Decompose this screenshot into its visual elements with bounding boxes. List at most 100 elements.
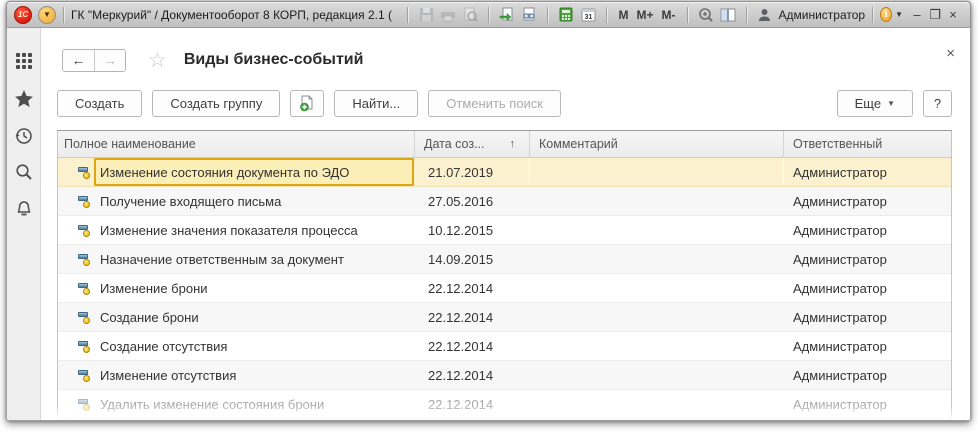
app-body: ← → ☆ Виды бизнес-событий × Создать Созд… [6, 28, 971, 421]
create-group-button[interactable]: Создать группу [152, 90, 280, 117]
row-owner: Администратор [793, 194, 887, 209]
tool-panel [7, 28, 41, 420]
main-menu-button[interactable]: ▼ [38, 6, 56, 24]
more-button[interactable]: Еще▼ [837, 90, 913, 117]
date-cell[interactable]: 22.12.2014 [414, 361, 529, 389]
owner-cell[interactable]: Администратор [783, 332, 951, 360]
table-row[interactable]: Изменение отсутствия 22.12.2014 Админист… [58, 361, 951, 390]
comment-cell[interactable] [529, 390, 783, 418]
owner-cell[interactable]: Администратор [783, 187, 951, 215]
close-form-icon[interactable]: × [946, 46, 955, 61]
create-button[interactable]: Создать [57, 90, 142, 117]
favorites-icon[interactable] [14, 88, 34, 108]
chevron-down-icon[interactable]: ▼ [895, 10, 903, 19]
comment-cell[interactable] [529, 158, 783, 186]
open-link-icon[interactable] [497, 6, 517, 24]
owner-cell[interactable]: Администратор [783, 390, 951, 418]
date-cell[interactable]: 21.07.2019 [414, 158, 529, 186]
owner-cell[interactable]: Администратор [783, 158, 951, 186]
comment-cell[interactable] [529, 332, 783, 360]
table-row[interactable]: Получение входящего письма 27.05.2016 Ад… [58, 187, 951, 216]
minimize-button[interactable]: – [908, 8, 926, 21]
notifications-bell-icon[interactable] [14, 199, 34, 219]
calendar-icon[interactable]: 31 [578, 6, 598, 24]
table-row[interactable]: Создание брони 22.12.2014 Администратор [58, 303, 951, 332]
comment-cell[interactable] [529, 245, 783, 273]
comment-cell[interactable] [529, 187, 783, 215]
catalog-item-icon [78, 369, 92, 382]
owner-cell[interactable]: Администратор [783, 245, 951, 273]
zoom-icon[interactable] [696, 6, 716, 24]
owner-cell[interactable]: Администратор [783, 216, 951, 244]
catalog-item-icon [78, 311, 92, 324]
name-cell[interactable]: Создание отсутствия [58, 332, 414, 360]
table-row[interactable]: Удалить изменение состояния брони 22.12.… [58, 390, 951, 419]
maximize-button[interactable]: ❐ [926, 8, 944, 21]
row-date: 27.05.2016 [428, 194, 493, 209]
date-cell[interactable]: 27.05.2016 [414, 187, 529, 215]
memory-add-button[interactable]: M+ [636, 8, 653, 22]
row-owner: Администратор [793, 165, 887, 180]
date-cell[interactable]: 22.12.2014 [414, 390, 529, 418]
owner-cell[interactable]: Администратор [783, 303, 951, 331]
name-cell[interactable]: Изменение состояния документа по ЭДО [58, 158, 414, 186]
memory-recall-button[interactable]: M [618, 8, 628, 22]
cancel-search-button[interactable]: Отменить поиск [428, 90, 561, 117]
divider [606, 7, 607, 23]
name-cell[interactable]: Создание брони [58, 303, 414, 331]
date-cell[interactable]: 22.12.2014 [414, 274, 529, 302]
close-window-button[interactable]: × [944, 8, 962, 21]
row-owner: Администратор [793, 368, 887, 383]
calculator-icon[interactable] [556, 6, 576, 24]
info-icon[interactable]: i [880, 7, 892, 22]
nav-buttons: ← → [62, 49, 126, 72]
row-date: 10.12.2015 [428, 223, 493, 238]
divider [63, 7, 64, 23]
row-date: 22.12.2014 [428, 281, 493, 296]
history-icon[interactable] [14, 125, 34, 145]
name-cell[interactable]: Удалить изменение состояния брони [58, 390, 414, 418]
comment-cell[interactable] [529, 303, 783, 331]
column-header-name[interactable]: Полное наименование [58, 131, 414, 157]
date-cell[interactable]: 10.12.2015 [414, 216, 529, 244]
column-header-owner[interactable]: Ответственный [783, 131, 951, 157]
date-cell[interactable]: 22.12.2014 [414, 303, 529, 331]
sections-menu-icon[interactable] [14, 51, 34, 71]
name-cell[interactable]: Назначение ответственным за документ [58, 245, 414, 273]
print-preview-icon[interactable] [460, 6, 480, 24]
find-button[interactable]: Найти... [334, 90, 418, 117]
date-cell[interactable]: 22.12.2014 [414, 332, 529, 360]
comment-cell[interactable] [529, 216, 783, 244]
column-header-date[interactable]: Дата соз...↑ [414, 131, 529, 157]
row-date: 22.12.2014 [428, 310, 493, 325]
comment-cell[interactable] [529, 274, 783, 302]
current-user-label[interactable]: Администратор [779, 8, 866, 22]
print-icon[interactable] [438, 6, 458, 24]
table-row[interactable]: Назначение ответственным за документ 14.… [58, 245, 951, 274]
row-owner: Администратор [793, 310, 887, 325]
name-cell[interactable]: Получение входящего письма [58, 187, 414, 215]
add-to-favorites-star-icon[interactable]: ☆ [148, 50, 167, 71]
table-row[interactable]: Изменение брони 22.12.2014 Администратор [58, 274, 951, 303]
memory-subtract-button[interactable]: M- [662, 8, 676, 22]
name-cell[interactable]: Изменение брони [58, 274, 414, 302]
forward-button[interactable]: → [94, 50, 125, 71]
owner-cell[interactable]: Администратор [783, 274, 951, 302]
table-row[interactable]: Изменение значения показателя процесса 1… [58, 216, 951, 245]
name-cell[interactable]: Изменение значения показателя процесса [58, 216, 414, 244]
table-row[interactable]: Изменение состояния документа по ЭДО 21.… [58, 158, 951, 187]
back-button[interactable]: ← [63, 50, 94, 71]
date-cell[interactable]: 14.09.2015 [414, 245, 529, 273]
row-name: Изменение брони [100, 281, 208, 296]
save-icon[interactable] [416, 6, 436, 24]
search-icon[interactable] [14, 162, 34, 182]
owner-cell[interactable]: Администратор [783, 361, 951, 389]
table-row[interactable]: Создание отсутствия 22.12.2014 Администр… [58, 332, 951, 361]
name-cell[interactable]: Изменение отсутствия [58, 361, 414, 389]
column-header-comment[interactable]: Комментарий [529, 131, 783, 157]
help-button[interactable]: ? [923, 90, 952, 117]
get-link-icon[interactable] [519, 6, 539, 24]
create-by-copy-button[interactable] [290, 90, 324, 117]
split-view-icon[interactable] [718, 6, 738, 24]
comment-cell[interactable] [529, 361, 783, 389]
